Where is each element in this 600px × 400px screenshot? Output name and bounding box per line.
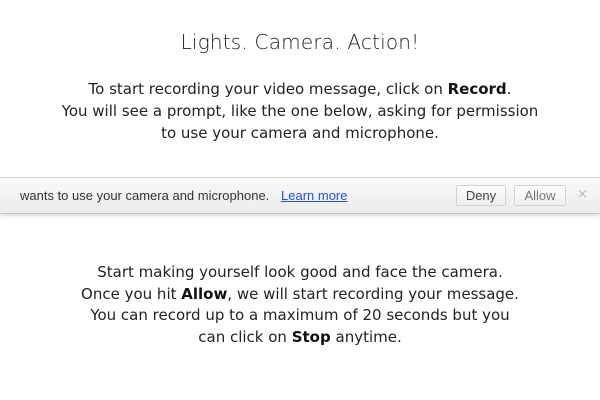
intro-text: To start recording your video message, c… [0, 78, 600, 144]
learn-more-link[interactable]: Learn more [281, 188, 347, 203]
instructions-line-2-prefix: Once you hit [81, 284, 182, 303]
intro-line-1-suffix: . [506, 80, 512, 98]
instructions-line-2-suffix: , we will start recording your message. [227, 284, 519, 303]
instructions-line-3: You can record up to a maximum of 20 sec… [90, 306, 510, 324]
close-icon[interactable]: × [577, 187, 588, 202]
allow-button[interactable]: Allow [514, 185, 566, 206]
permission-prompt-bar: wants to use your camera and microphone.… [0, 177, 600, 214]
record-keyword: Record [447, 80, 507, 98]
deny-button[interactable]: Deny [456, 185, 506, 206]
intro-line-1: To start recording your video message, c… [0, 78, 600, 100]
intro-line-3: to use your camera and microphone. [161, 124, 439, 142]
recording-instructions: Start making yourself look good and face… [0, 262, 600, 348]
instructions-line-4-suffix: anytime. [330, 327, 402, 346]
stop-keyword: Stop [291, 327, 331, 346]
permission-message: wants to use your camera and microphone. [20, 188, 270, 203]
page-title: Lights. Camera. Action! [180, 30, 420, 54]
instructions-line-2: Once you hit Allow, we will start record… [0, 284, 600, 306]
instructions-line-1: Start making yourself look good and face… [97, 263, 503, 281]
instructions-line-4: can click on Stop anytime. [0, 327, 600, 349]
intro-line-2: You will see a prompt, like the one belo… [61, 102, 539, 120]
intro-line-1-prefix: To start recording your video message, c… [88, 80, 448, 98]
allow-keyword: Allow [181, 284, 228, 303]
instructions-line-4-prefix: can click on [198, 327, 292, 346]
